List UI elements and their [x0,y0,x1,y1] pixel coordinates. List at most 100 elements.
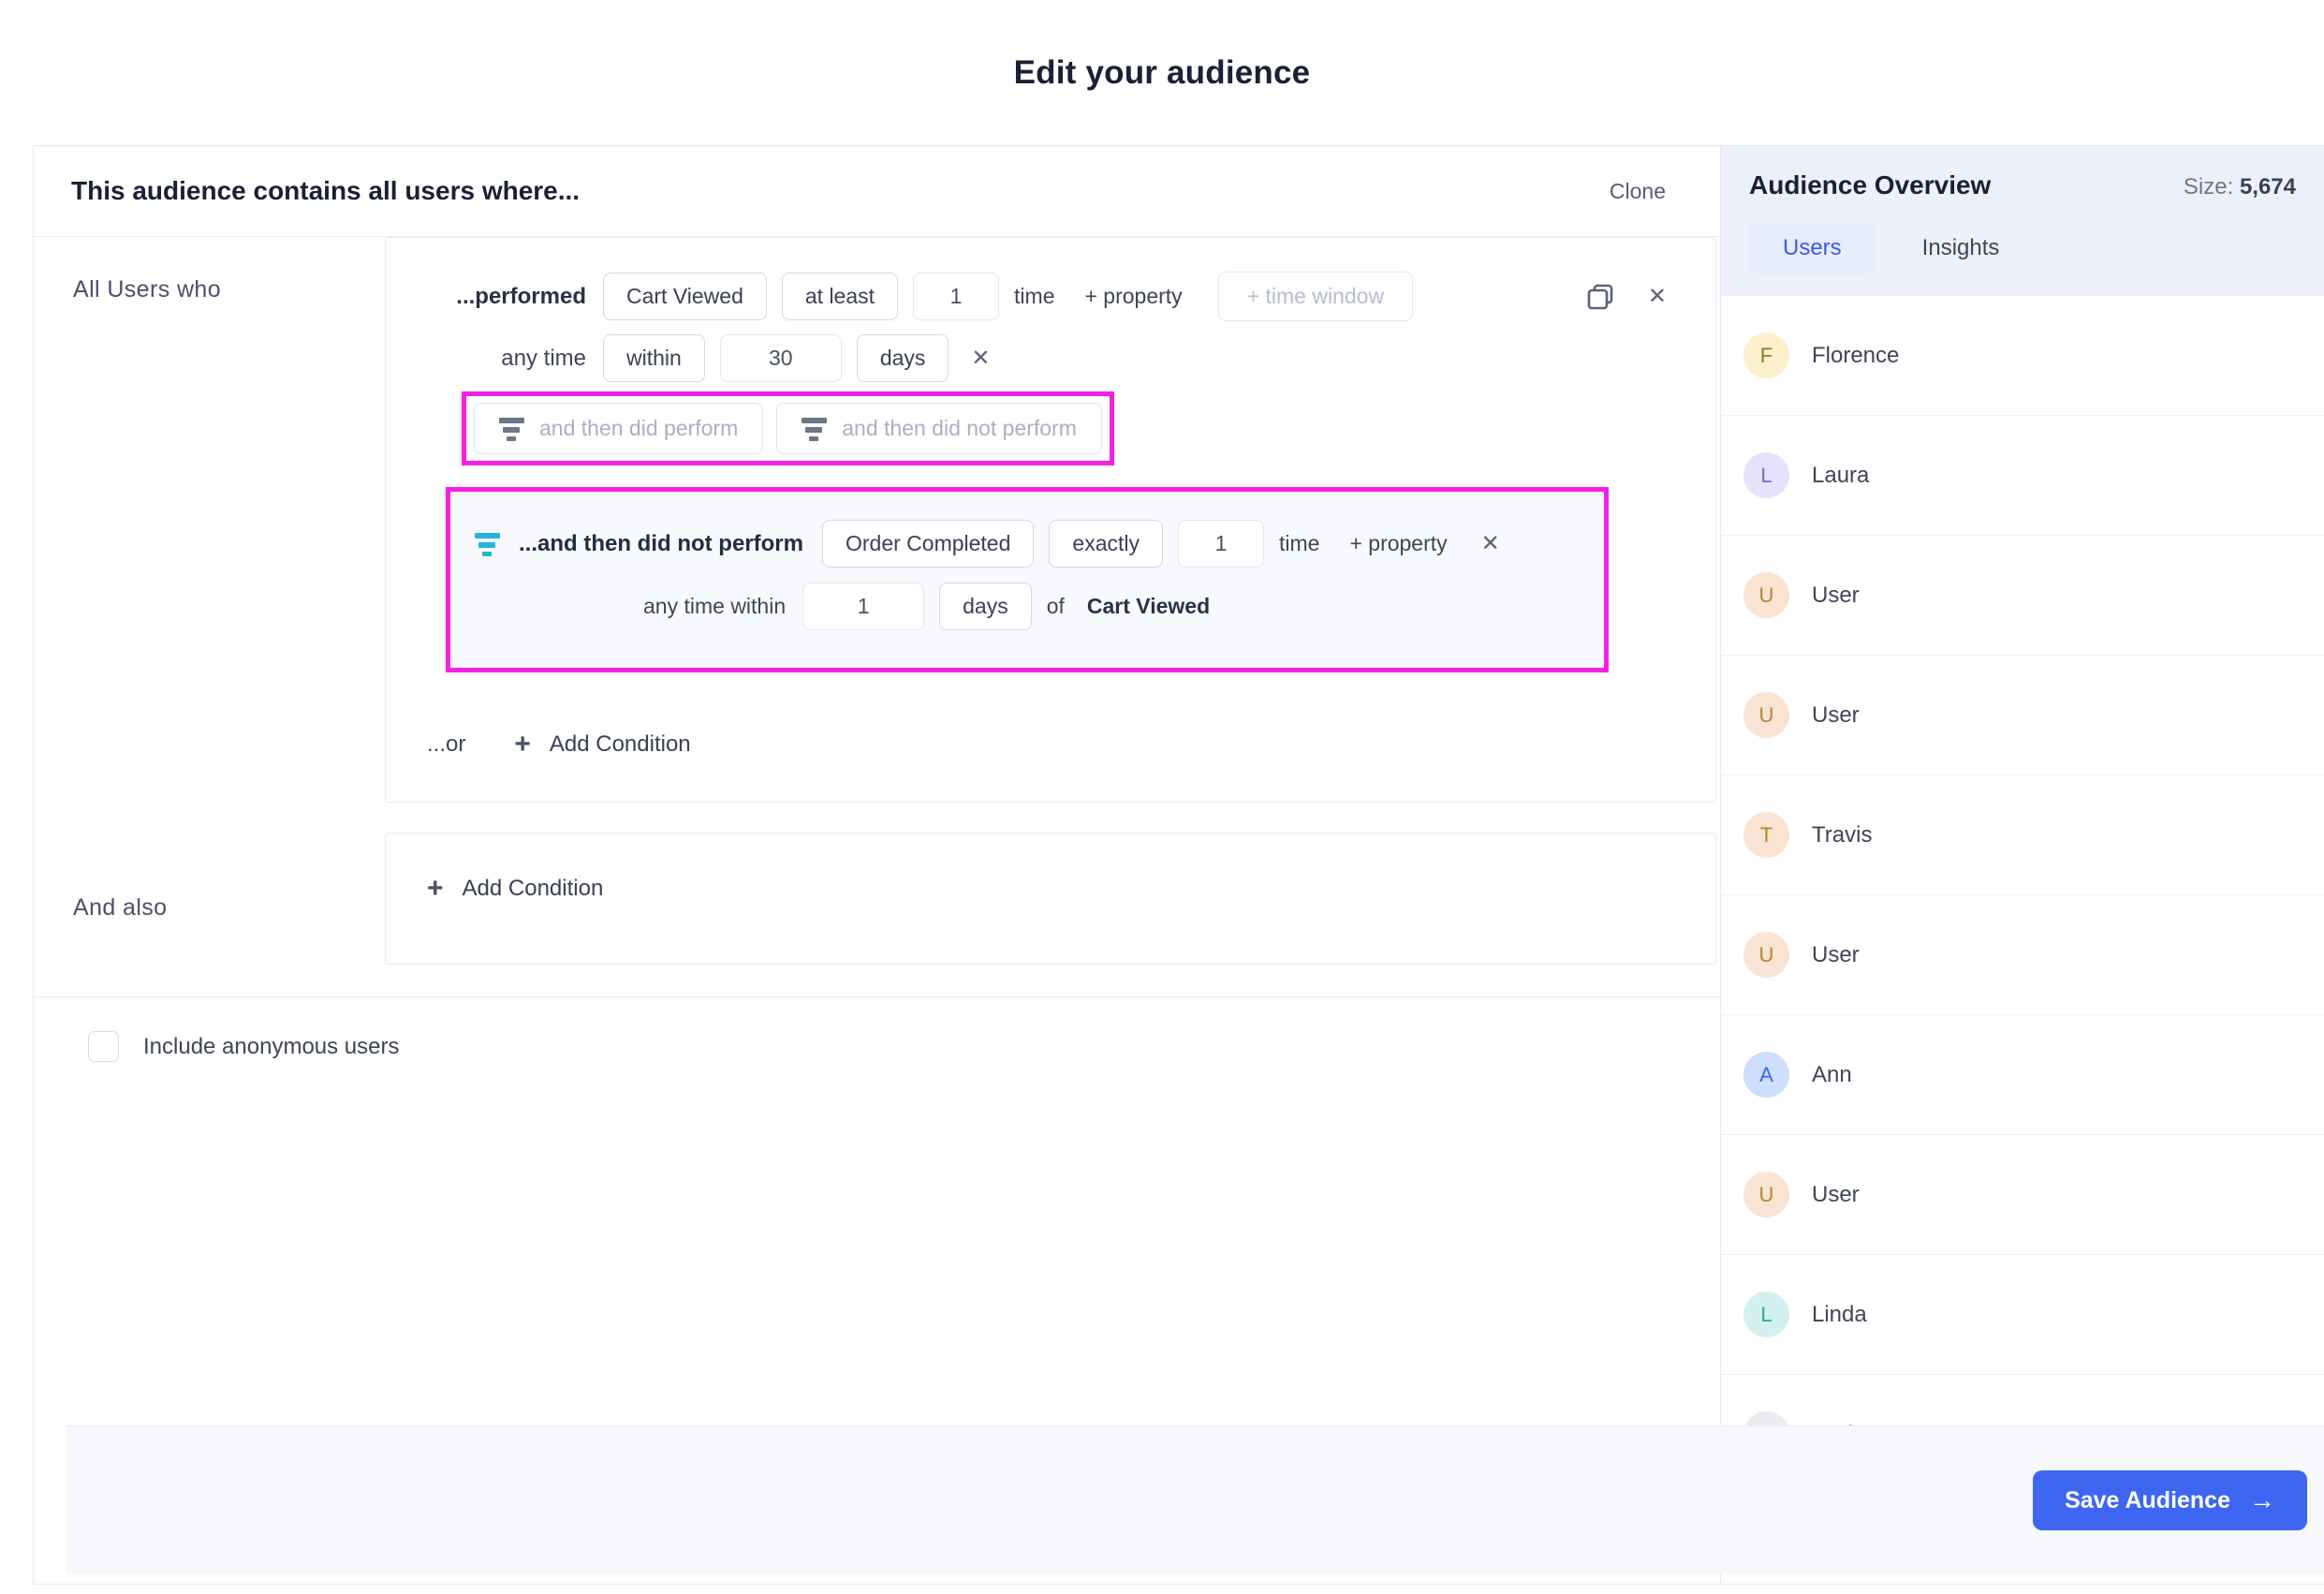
followup-event-select[interactable]: Order Completed [821,520,1035,568]
of-event-label: Cart Viewed [1086,594,1211,618]
add-property-button[interactable]: + property [1084,284,1182,309]
and-also-label: And also [73,894,168,921]
tab-insights[interactable]: Insights [1922,235,2000,261]
user-row[interactable]: F Florence [1721,296,2324,416]
within-select[interactable]: within [603,334,705,382]
user-name: User [1812,941,1860,967]
time-window-placeholder[interactable]: + time window [1217,272,1414,321]
audience-editor-panel: This audience contains all users where..… [33,145,2324,1585]
remove-condition-icon[interactable]: ✕ [1640,279,1674,314]
user-name: User [1812,701,1860,728]
operator-select[interactable]: at least [781,273,899,320]
audience-size: Size: 5,674 [2184,174,2296,200]
event-select[interactable]: Cart Viewed [603,273,767,320]
and-also-add-condition-label: Add Condition [462,876,604,901]
user-row[interactable]: L Linda [1721,1255,2324,1375]
tab-users[interactable]: Users [1749,223,1875,273]
and-also-section: And also + Add Condition [34,803,1720,965]
anytime-label: any time [501,345,586,371]
avatar: T [1743,812,1789,858]
condition-group-card: ...performed Cart Viewed at least time +… [385,237,1716,803]
avatar: L [1743,1291,1789,1337]
builder-title: This audience contains all users where..… [71,176,581,205]
include-anonymous-checkbox[interactable] [88,1031,119,1062]
followup-condition-row: ...and then did not perform Order Comple… [475,520,1580,568]
and-also-add-condition-button[interactable]: + Add Condition [427,875,1674,903]
clone-button[interactable]: Clone [1610,179,1666,204]
and-then-did-not-perform-label: and then did not perform [842,416,1077,440]
page-title: Edit your audience [1013,54,1311,91]
followup-operator-select[interactable]: exactly [1049,520,1163,568]
sidebar-title: Audience Overview [1749,170,1992,199]
and-also-card: + Add Condition [385,833,1716,965]
remove-time-window-icon[interactable]: ✕ [963,341,997,376]
window-value-input[interactable] [719,334,842,382]
of-label: of [1046,594,1065,618]
filter-icon [499,417,524,441]
followup-highlight-box: and then did perform and then did not pe… [462,391,1114,465]
or-row: ...or + Add Condition [427,731,1674,759]
followup-count-input[interactable] [1178,520,1264,568]
performed-label: ...performed [456,283,586,309]
user-name: Florence [1812,342,1900,368]
followup-add-property-button[interactable]: + property [1349,531,1447,556]
save-audience-label: Save Audience [2065,1486,2230,1513]
avatar: F [1743,332,1789,378]
avatar: U [1743,932,1789,978]
avatar: U [1743,1172,1789,1218]
anonymous-users-row: Include anonymous users [34,997,1720,1062]
followup-condition-highlight-box: ...and then did not perform Order Comple… [446,487,1609,672]
user-name: Laura [1812,462,1870,488]
followup-window-unit-select[interactable]: days [939,583,1032,630]
sidebar-tabs: Users Insights [1749,223,2296,273]
include-anonymous-label: Include anonymous users [143,1033,400,1059]
remove-followup-condition-icon[interactable]: ✕ [1474,526,1508,561]
size-label: Size: [2183,174,2234,199]
user-row[interactable]: U User [1721,536,2324,656]
sidebar-header: Audience Overview Size: 5,674 Users Insi… [1721,146,2324,296]
all-users-section: All Users who ...performed Cart Viewed a… [34,237,1720,803]
user-name: Ann [1812,1061,1852,1087]
condition-builder: This audience contains all users where..… [34,146,1720,1584]
user-name: Linda [1812,1301,1867,1327]
user-row[interactable]: U User [1721,895,2324,1015]
user-row[interactable]: T Travis [1721,775,2324,895]
user-row[interactable]: U User [1721,1135,2324,1255]
avatar: L [1743,452,1789,498]
add-condition-button[interactable]: + Add Condition [514,731,690,759]
plus-icon: + [427,873,444,904]
duplicate-condition-icon[interactable] [1586,283,1614,311]
did-not-perform-label: ...and then did not perform [519,530,803,556]
user-name: User [1812,582,1860,608]
and-then-did-perform-button[interactable]: and then did perform [474,403,764,454]
and-then-did-perform-label: and then did perform [539,416,739,440]
add-condition-label: Add Condition [549,731,691,757]
user-row[interactable]: A Ann [1721,1015,2324,1135]
builder-header: This audience contains all users where..… [34,146,1720,237]
time-window-row: any time within days ✕ [427,334,1674,382]
avatar: U [1743,692,1789,738]
size-value: 5,674 [2239,174,2296,199]
save-audience-button[interactable]: Save Audience → [2033,1470,2307,1530]
window-unit-select[interactable]: days [856,334,949,382]
footer-bar: Save Audience → [66,1425,2324,1574]
time-label: time [1014,284,1055,308]
avatar: A [1743,1052,1789,1098]
followup-window-value-input[interactable] [802,583,925,630]
count-input[interactable] [913,273,1000,320]
and-then-did-not-perform-button[interactable]: and then did not perform [776,403,1102,454]
user-name: User [1812,1181,1860,1207]
avatar: U [1743,572,1789,618]
all-users-label: All Users who [73,276,222,303]
followup-time-label: time [1279,531,1320,555]
user-name: Travis [1812,821,1873,848]
filter-icon [802,417,828,441]
user-row[interactable]: L Laura [1721,416,2324,536]
arrow-right-icon: → [2249,1485,2275,1514]
anytime-within-label: any time within [643,594,787,618]
user-row[interactable]: U User [1721,656,2324,775]
performed-row: ...performed Cart Viewed at least time +… [427,272,1674,321]
user-list: F Florence L Laura U User U User T Travi… [1721,296,2324,1584]
filter-icon-teal [475,532,500,556]
or-label: ...or [427,731,466,757]
